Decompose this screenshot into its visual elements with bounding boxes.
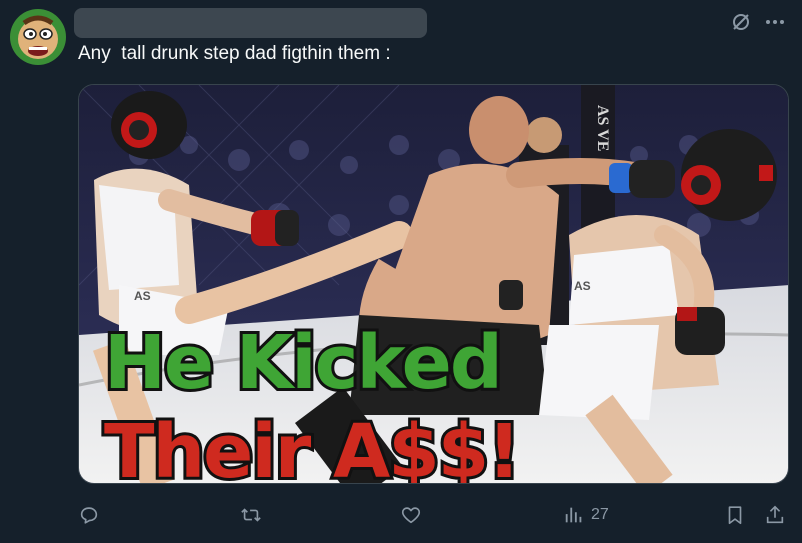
author-name-redacted: [74, 8, 427, 38]
bookmark-button[interactable]: [724, 500, 746, 530]
bookmark-icon: [728, 506, 742, 525]
shorts-text-left: AS: [134, 289, 151, 303]
retweet-button[interactable]: [240, 500, 262, 530]
share-icon: [766, 505, 784, 524]
retweet-icon: [241, 508, 261, 522]
headline-line2: Their A$$!: [104, 409, 519, 484]
avatar[interactable]: [10, 9, 66, 65]
headline-line1: He Kicked: [104, 320, 501, 406]
share-button[interactable]: [764, 500, 786, 530]
tweet-image[interactable]: AS VE AS AS He Kicked Their A$$!: [78, 84, 789, 484]
reply-icon: [80, 507, 98, 524]
views-button[interactable]: 27: [563, 500, 609, 530]
tweet-text: Any tall drunk step dad figthin them :: [78, 43, 391, 64]
shorts-text-right: AS: [574, 279, 591, 293]
like-icon: [401, 507, 421, 524]
like-button[interactable]: [400, 500, 422, 530]
grok-icon[interactable]: [731, 12, 751, 32]
more-icon[interactable]: [762, 11, 788, 33]
views-icon: [565, 507, 582, 523]
banner-text: AS VE: [594, 105, 611, 151]
reply-button[interactable]: [78, 500, 100, 530]
views-count: 27: [591, 506, 609, 523]
